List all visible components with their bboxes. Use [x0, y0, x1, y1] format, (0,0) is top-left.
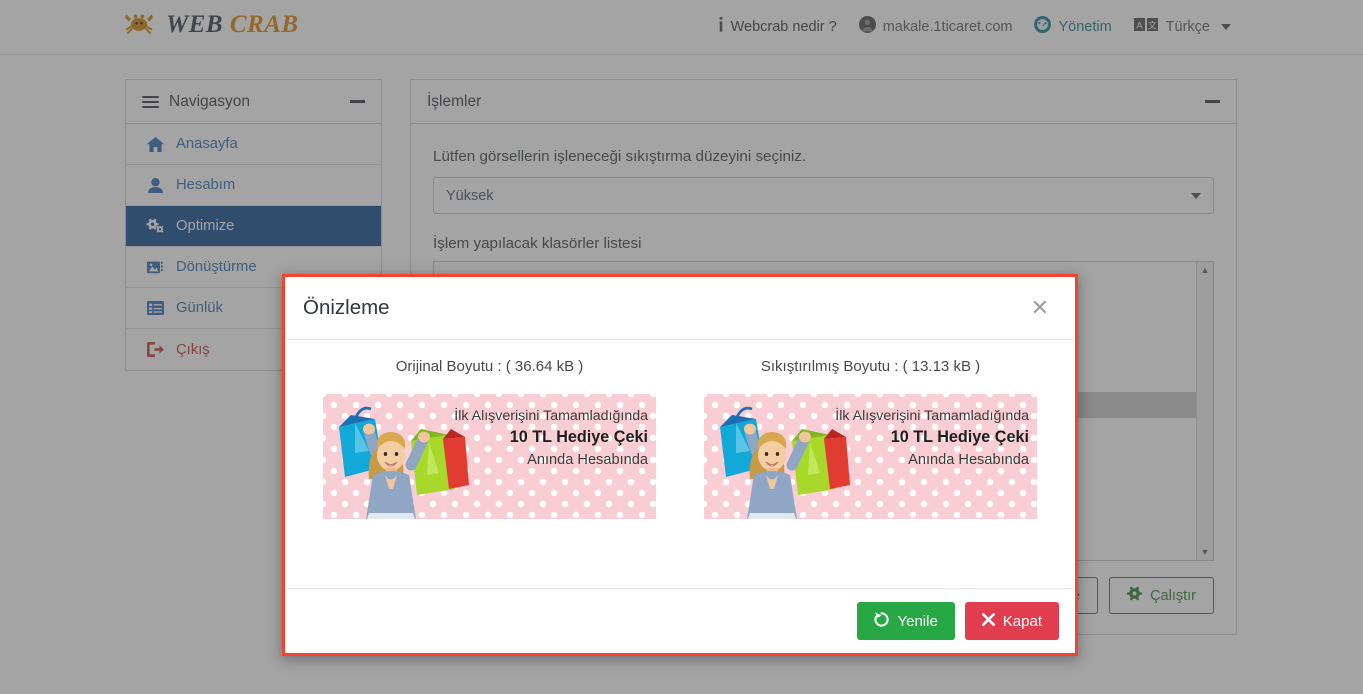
compressed-preview-image: İlk Alışverişini Tamamladığında 10 TL He… — [704, 394, 1037, 519]
banner-text-block: İlk Alışverişini Tamamladığında 10 TL He… — [807, 407, 1029, 471]
banner-line-2: 10 TL Hediye Çeki — [890, 428, 1029, 447]
times-icon — [981, 612, 995, 630]
button-label: Yenile — [897, 612, 938, 630]
banner-line-2: 10 TL Hediye Çeki — [509, 428, 648, 447]
refresh-icon — [874, 611, 890, 631]
yenile-button[interactable]: Yenile — [857, 602, 955, 640]
original-preview-image: İlk Alışverişini Tamamladığında 10 TL He… — [323, 394, 656, 519]
kapat-button[interactable]: Kapat — [964, 602, 1059, 640]
preview-modal: Önizleme ✕ Orijinal Boyutu : ( 36.64 kB … — [282, 274, 1078, 656]
preview-compressed-column: Sıkıştırılmış Boyutu : ( 13.13 kB ) İlk … — [680, 358, 1061, 519]
banner-line-1: İlk Alışverişini Tamamladığında — [454, 408, 648, 424]
app-root: WEB CRAB Webcrab nedir ? mak — [0, 0, 1363, 694]
compressed-size-caption: Sıkıştırılmış Boyutu : ( 13.13 kB ) — [760, 358, 981, 375]
close-icon[interactable]: ✕ — [1025, 295, 1055, 321]
banner-text-block: İlk Alışverişini Tamamladığında 10 TL He… — [426, 407, 648, 471]
modal-header: Önizleme ✕ — [285, 277, 1075, 340]
original-size-caption: Orijinal Boyutu : ( 36.64 kB ) — [395, 358, 584, 375]
banner-line-3: Anında Hesabında — [527, 451, 648, 468]
banner-line-3: Anında Hesabında — [908, 451, 1029, 468]
banner-line-1: İlk Alışverişini Tamamladığında — [835, 408, 1029, 424]
modal-body: Orijinal Boyutu : ( 36.64 kB ) İlk Alışv… — [285, 340, 1075, 588]
button-label: Kapat — [1002, 612, 1042, 630]
preview-original-column: Orijinal Boyutu : ( 36.64 kB ) İlk Alışv… — [299, 358, 680, 519]
modal-title: Önizleme — [303, 296, 390, 319]
modal-footer: Yenile Kapat — [285, 588, 1075, 653]
preview-comparison-grid: Orijinal Boyutu : ( 36.64 kB ) İlk Alışv… — [299, 358, 1061, 519]
